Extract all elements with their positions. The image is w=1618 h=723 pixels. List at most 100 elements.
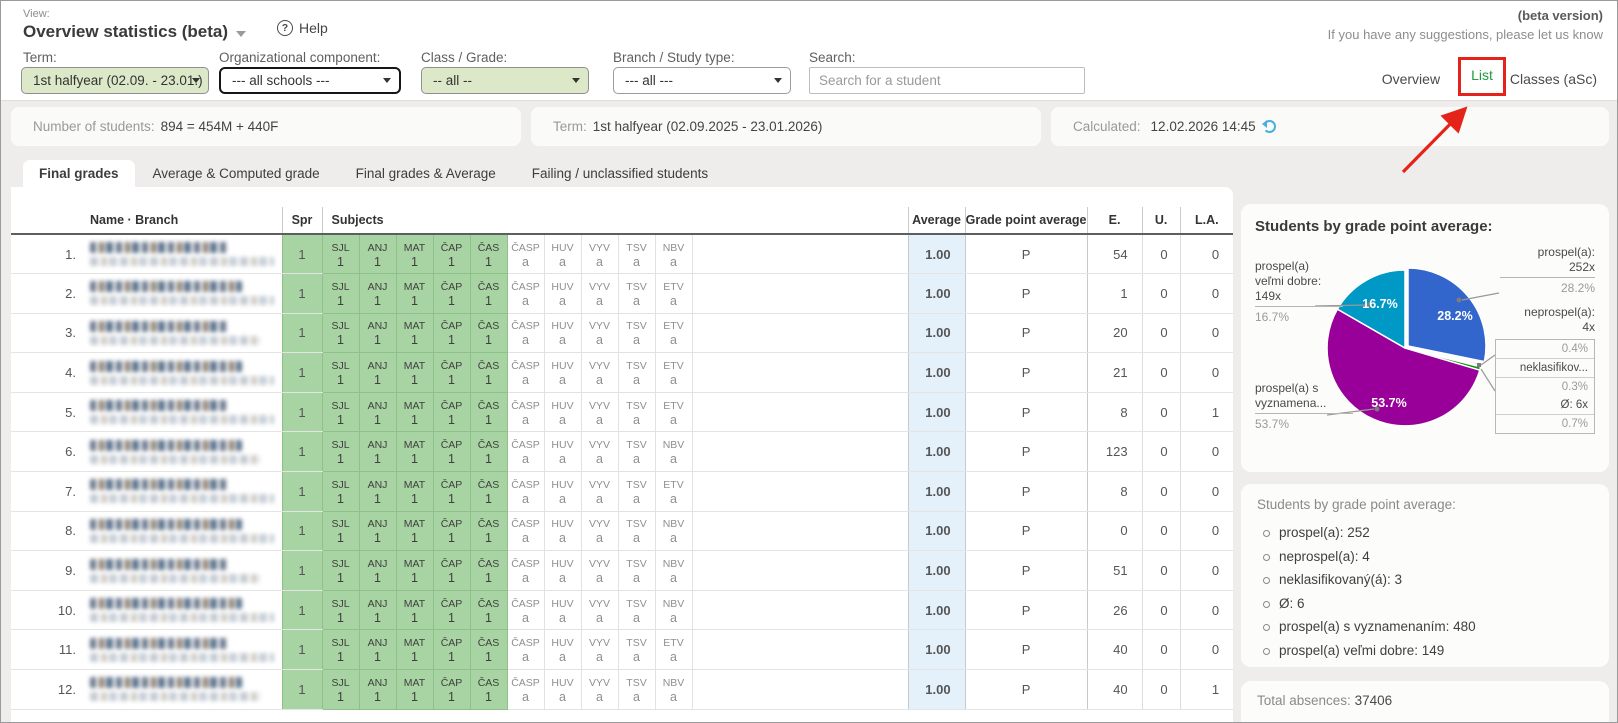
branch-select[interactable]: --- all --- [613,67,791,94]
subject-cell: HUVa [544,511,581,551]
subject-cell: HUVa [544,392,581,432]
late-arrivals-cell: 0 [1180,432,1233,472]
subject-cell: TSVa [618,472,655,512]
excused-cell: 21 [1087,353,1142,393]
tab-failing-unclassified[interactable]: Failing / unclassified students [514,160,726,187]
subject-cell: HUVa [544,432,581,472]
refresh-icon[interactable] [1263,120,1276,133]
subject-cell: SJL1 [322,392,359,432]
class-select[interactable]: -- all -- [421,67,589,94]
subject-cell: VYVa [581,511,618,551]
subject-cell: ČAS1 [470,630,507,670]
subject-cell: ČASPa [507,313,544,353]
subject-cell: ČAP1 [433,353,470,393]
excused-cell: 8 [1087,472,1142,512]
subject-cell: ČASPa [507,353,544,393]
tab-final-grades[interactable]: Final grades [23,160,135,187]
subject-cell: NBVa [655,590,692,630]
spacer-cell [692,392,908,432]
pie-label-purple-pct: 53.7% [1357,396,1421,410]
page-title[interactable]: Overview statistics (beta) [23,22,246,42]
tab-list[interactable]: List [1471,67,1493,83]
table-row[interactable]: 2.1SJL1ANJ1MAT1ČAP1ČAS1ČASPaHUVaVYVaTSVa… [11,274,1233,314]
average-cell: 1.00 [908,551,965,591]
callout-pct: 16.7% [1255,310,1343,325]
subject-cell: VYVa [581,590,618,630]
spr-cell: 1 [282,511,322,551]
table-row[interactable]: 6.1SJL1ANJ1MAT1ČAP1ČAS1ČASPaHUVaVYVaTSVa… [11,432,1233,472]
tab-final-grades-average[interactable]: Final grades & Average [338,160,514,187]
table-row[interactable]: 7.1SJL1ANJ1MAT1ČAP1ČAS1ČASPaHUVaVYVaTSVa… [11,472,1233,512]
summary-list-item: prospel(a): 252 [1257,521,1593,545]
subject-cell: NBVa [655,432,692,472]
subject-cell: ČAS1 [470,511,507,551]
late-arrivals-cell: 0 [1180,313,1233,353]
summary-title: Students by grade point average: [1257,497,1593,512]
term-select[interactable]: 1st halfyear (02.09. - 23.01.) [21,67,209,94]
gpa-cell: P [965,551,1087,591]
average-cell: 1.00 [908,313,965,353]
calculated-card: Calculated: 12.02.2026 14:45 [1051,107,1609,146]
gpa-cell: P [965,234,1087,274]
subject-cell: ČASPa [507,551,544,591]
callout-pct: 0.3% [1496,377,1594,396]
spacer-cell [692,590,908,630]
term-select-value: 1st halfyear (02.09. - 23.01.) [33,73,203,88]
subject-cell: HUVa [544,551,581,591]
table-row[interactable]: 10.1SJL1ANJ1MAT1ČAP1ČAS1ČASPaHUVaVYVaTSV… [11,590,1233,630]
tab-overview[interactable]: Overview [1382,71,1440,87]
callout-line: prospel(a): [1500,245,1595,260]
spr-cell: 1 [282,590,322,630]
subject-cell: ANJ1 [359,551,396,591]
org-select-value: --- all schools --- [232,73,330,88]
callout-pct: 0.7% [1496,414,1594,433]
subject-cell: ČAS1 [470,432,507,472]
term-info-card: Term: 1st halfyear (02.09.2025 - 23.01.2… [531,107,1041,146]
view-label: View: [23,8,50,20]
help-button[interactable]: ? Help [277,20,328,36]
subject-cell: ČAP1 [433,511,470,551]
late-arrivals-cell: 1 [1180,670,1233,710]
spr-cell: 1 [282,234,322,274]
subject-cell: SJL1 [322,274,359,314]
org-select[interactable]: --- all schools --- [219,67,401,94]
grades-table-body: 1.1SJL1ANJ1MAT1ČAP1ČAS1ČASPaHUVaVYVaTSVa… [11,234,1233,709]
tab-classes-asc[interactable]: Classes (aSc) [1510,71,1597,87]
search-input[interactable] [809,67,1085,94]
subject-cell: TSVa [618,432,655,472]
row-number: 10. [11,590,86,630]
gpa-summary-card: Students by grade point average: prospel… [1241,484,1609,667]
row-number: 6. [11,432,86,472]
table-row[interactable]: 11.1SJL1ANJ1MAT1ČAP1ČAS1ČASPaHUVaVYVaTSV… [11,630,1233,670]
late-arrivals-cell: 0 [1180,551,1233,591]
table-row[interactable]: 1.1SJL1ANJ1MAT1ČAP1ČAS1ČASPaHUVaVYVaTSVa… [11,234,1233,274]
excused-header: E. [1087,207,1142,234]
subject-cell: ČAP1 [433,670,470,710]
tab-average-computed[interactable]: Average & Computed grade [135,160,338,187]
branch-select-value: --- all --- [625,73,673,88]
late-arrivals-cell: 0 [1180,234,1233,274]
table-row[interactable]: 12.1SJL1ANJ1MAT1ČAP1ČAS1ČASPaHUVaVYVaTSV… [11,670,1233,710]
subject-cell: ANJ1 [359,313,396,353]
subject-cell: TSVa [618,551,655,591]
subject-cell: ANJ1 [359,630,396,670]
table-row[interactable]: 4.1SJL1ANJ1MAT1ČAP1ČAS1ČASPaHUVaVYVaTSVa… [11,353,1233,393]
table-row[interactable]: 3.1SJL1ANJ1MAT1ČAP1ČAS1ČASPaHUVaVYVaTSVa… [11,313,1233,353]
absences-label: Total absences: [1257,693,1351,708]
subject-cell: VYVa [581,472,618,512]
subject-cell: ČAP1 [433,590,470,630]
table-row[interactable]: 8.1SJL1ANJ1MAT1ČAP1ČAS1ČASPaHUVaVYVaTSVa… [11,511,1233,551]
average-cell: 1.00 [908,353,965,393]
table-row[interactable]: 5.1SJL1ANJ1MAT1ČAP1ČAS1ČASPaHUVaVYVaTSVa… [11,392,1233,432]
subject-cell: NBVa [655,511,692,551]
unexcused-cell: 0 [1142,551,1180,591]
subject-cell: VYVa [581,670,618,710]
table-row[interactable]: 9.1SJL1ANJ1MAT1ČAP1ČAS1ČASPaHUVaVYVaTSVa… [11,551,1233,591]
callout-velmi-dobre: prospel(a) veľmi dobre: 149x 16.7% [1255,259,1343,325]
subject-cell: ČAP1 [433,472,470,512]
late-arrivals-cell: 0 [1180,353,1233,393]
late-arrivals-cell: 0 [1180,630,1233,670]
spr-cell: 1 [282,353,322,393]
subject-cell: ETVa [655,313,692,353]
table-header-row: Name · Branch Spr Subjects Average Grade… [11,207,1233,234]
